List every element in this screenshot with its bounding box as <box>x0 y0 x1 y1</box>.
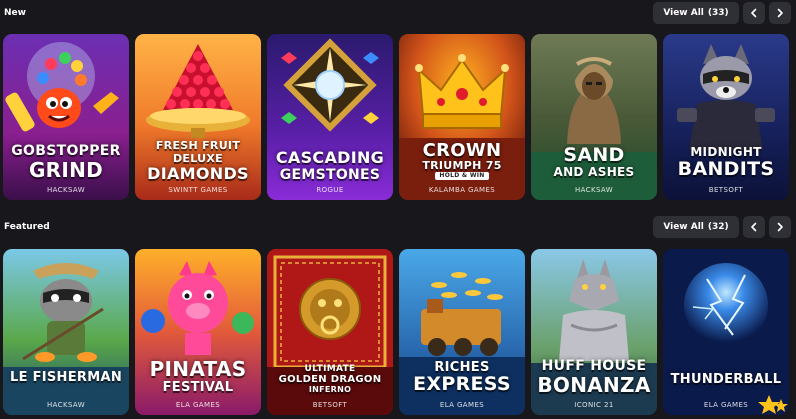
game-title-line: BONANZA <box>537 373 651 397</box>
game-tag: HOLD & WIN <box>399 172 525 180</box>
game-provider: ELA GAMES <box>703 401 749 409</box>
game-title-line: DELUXE <box>173 152 223 165</box>
game-title-line: LE FISHERMAN <box>9 370 123 385</box>
game-card-riches-express[interactable]: RICHES EXPRESS ELA GAMES <box>399 249 525 415</box>
game-provider: BETSOFT <box>708 186 744 194</box>
game-card-le-fisherman[interactable]: LE FISHERMAN HACKSAW <box>3 249 129 415</box>
section-title: New <box>4 8 26 18</box>
game-title-line: HUFF HOUSE <box>541 358 647 374</box>
game-title-line: FRESH FRUIT <box>155 139 241 152</box>
game-card-pinatas-festival[interactable]: PINATAS FESTIVAL ELA GAMES <box>135 249 261 415</box>
game-title-line: EXPRESS <box>413 373 511 395</box>
game-card-cascading-gemstones[interactable]: CASCADING GEMSTONES ROGUE <box>267 34 393 200</box>
next-button[interactable] <box>769 216 791 238</box>
game-title-line: CASCADING <box>275 148 385 167</box>
game-title-line: GOLDEN DRAGON <box>278 374 382 385</box>
game-title-line: FESTIVAL <box>162 380 234 395</box>
game-provider: ROGUE <box>316 186 344 194</box>
game-provider: ICONIC 21 <box>574 401 614 409</box>
game-title-line: TRIUMPH 75 <box>422 159 502 172</box>
game-provider: HACKSAW <box>574 186 614 194</box>
game-title-line: SAND <box>563 144 625 166</box>
game-title-line: CROWN <box>422 140 502 161</box>
chevron-left-icon <box>751 8 757 18</box>
game-title-line: GRIND <box>28 158 104 182</box>
view-all-count: (33) <box>707 8 729 18</box>
game-title-line: BANDITS <box>677 158 775 180</box>
game-carousel: LE FISHERMAN HACKSAW PINATAS FESTIVAL EL… <box>3 249 793 415</box>
prev-button[interactable] <box>743 2 765 24</box>
game-provider: ELA GAMES <box>439 401 485 409</box>
game-art <box>663 249 789 415</box>
game-title-line: PINATAS <box>149 357 247 381</box>
game-card-thunderball[interactable]: THUNDERBALL ELA GAMES <box>663 249 789 415</box>
view-all-label: View All <box>663 222 704 232</box>
game-art <box>3 249 129 415</box>
game-title-line: AND ASHES <box>553 165 635 179</box>
game-card-midnight-bandits[interactable]: MIDNIGHT BANDITS BETSOFT <box>663 34 789 200</box>
game-carousel: GOBSTOPPER GRIND HACKSAW FRESH FRUIT DEL… <box>3 34 793 200</box>
game-title-line: GEMSTONES <box>279 167 381 183</box>
hold-and-win-badge: HOLD & WIN <box>435 172 489 180</box>
game-provider: BETSOFT <box>312 401 348 409</box>
game-title-line: GOBSTOPPER <box>11 143 121 159</box>
game-title-line: THUNDERBALL <box>670 372 782 387</box>
view-all-count: (32) <box>707 222 729 232</box>
game-card-crown-triumph-75[interactable]: CROWN TRIUMPH 75 HOLD & WIN KALAMBA GAME… <box>399 34 525 200</box>
chevron-left-icon <box>751 222 757 232</box>
game-card-fresh-fruit-deluxe-diamonds[interactable]: FRESH FRUIT DELUXE DIAMONDS SWINTT GAMES <box>135 34 261 200</box>
game-card-ultimate-golden-dragon-inferno[interactable]: ULTIMATE GOLDEN DRAGON INFERNO BETSOFT <box>267 249 393 415</box>
next-button[interactable] <box>769 2 791 24</box>
game-provider: SWINTT GAMES <box>168 186 228 194</box>
view-all-button[interactable]: View All (32) <box>653 216 739 238</box>
chevron-right-icon <box>777 222 783 232</box>
game-provider: KALAMBA GAMES <box>428 186 496 194</box>
chevron-right-icon <box>777 8 783 18</box>
game-title-line: MIDNIGHT <box>690 145 762 159</box>
game-card-huff-house-bonanza[interactable]: HUFF HOUSE BONANZA ICONIC 21 <box>531 249 657 415</box>
game-title-line: INFERNO <box>308 385 352 394</box>
game-card-gobstopper-grind[interactable]: GOBSTOPPER GRIND HACKSAW <box>3 34 129 200</box>
game-provider: HACKSAW <box>46 401 86 409</box>
game-card-sand-and-ashes[interactable]: SAND AND ASHES HACKSAW <box>531 34 657 200</box>
game-title-line: ULTIMATE <box>304 364 356 374</box>
section-title: Featured <box>4 222 50 232</box>
view-all-button[interactable]: View All (33) <box>653 2 739 24</box>
game-provider: HACKSAW <box>46 186 86 194</box>
game-title-line: DIAMONDS <box>147 164 249 183</box>
view-all-label: View All <box>663 8 704 18</box>
game-provider: ELA GAMES <box>175 401 221 409</box>
prev-button[interactable] <box>743 216 765 238</box>
